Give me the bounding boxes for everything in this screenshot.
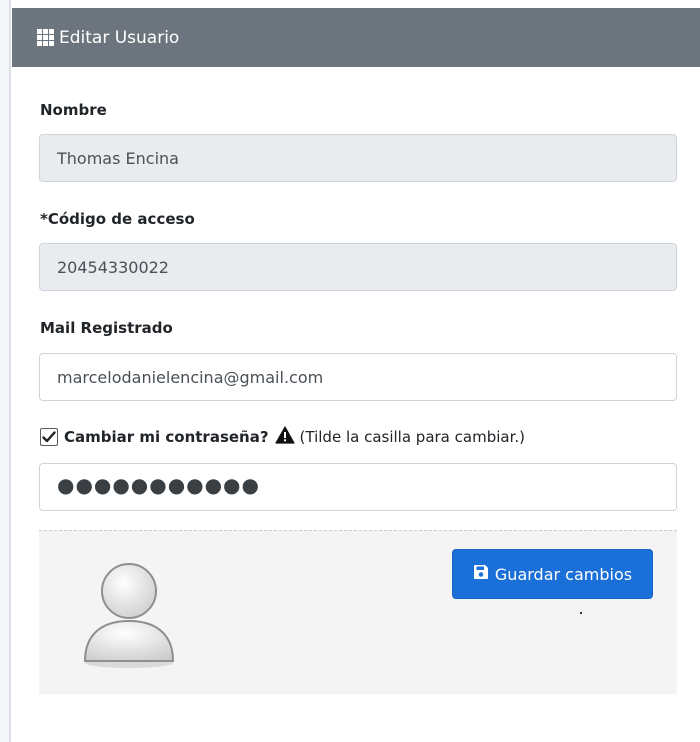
change-password-checkbox[interactable] [40,428,58,446]
password-field[interactable]: ●●●●●●●●●●● [39,463,677,511]
floppy-disk-icon [473,564,489,584]
nombre-value: Thomas Encina [57,148,179,168]
card-footer: Guardar cambios [39,530,677,694]
card-title: Editar Usuario [59,27,180,48]
edit-user-card: Editar Usuario Nombre Thomas Encina *Cód… [12,8,700,742]
codigo-label: *Código de acceso [40,210,195,228]
stray-dot [580,612,582,614]
left-rail-border [9,0,11,742]
save-button[interactable]: Guardar cambios [452,549,653,599]
mail-value: marcelodanielencina@gmail.com [57,367,324,387]
nombre-field[interactable]: Thomas Encina [39,134,677,182]
codigo-value: 20454330022 [57,257,169,277]
change-password-row: Cambiar mi contraseña? (Tilde la casilla… [40,426,525,448]
mail-field[interactable]: marcelodanielencina@gmail.com [39,353,677,401]
mail-label: Mail Registrado [40,319,173,337]
card-header: Editar Usuario [12,8,700,67]
warning-icon [274,426,295,448]
codigo-field[interactable]: 20454330022 [39,243,677,291]
change-password-hint: (Tilde la casilla para cambiar.) [299,428,525,446]
th-grid-icon [37,29,54,46]
user-avatar [79,549,179,673]
password-value: ●●●●●●●●●●● [57,473,260,497]
change-password-label[interactable]: Cambiar mi contraseña? [64,428,269,446]
checkmark-icon [42,431,56,443]
nombre-label: Nombre [40,101,107,119]
save-button-label: Guardar cambios [494,564,633,584]
